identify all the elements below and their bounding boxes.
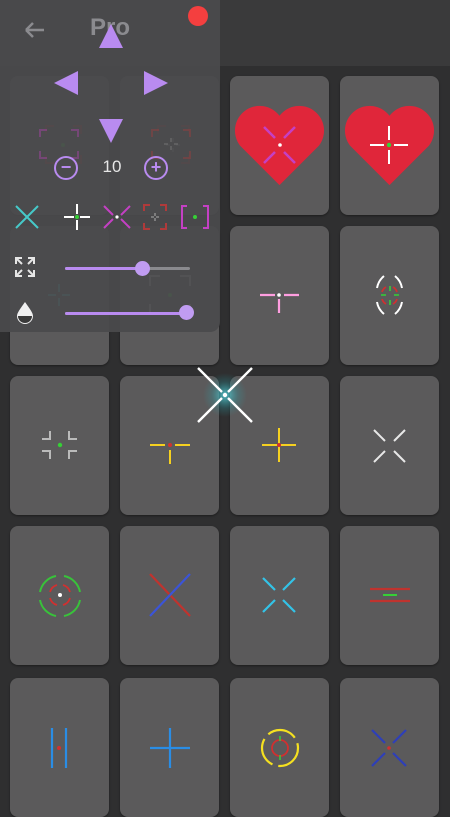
crosshair-12-icon	[373, 429, 406, 463]
crosshair-card-7[interactable]	[230, 226, 329, 365]
style-white-plus-icon[interactable]	[60, 200, 94, 234]
crosshair-9-icon	[42, 431, 77, 459]
crosshair-8-icon	[376, 275, 403, 315]
crosshair-card-17[interactable]	[10, 678, 109, 817]
crosshair-7-icon	[260, 293, 299, 313]
crosshair-card-20[interactable]	[340, 678, 439, 817]
crosshair-card-18[interactable]	[120, 678, 219, 817]
preview-ghost-icon	[39, 129, 79, 159]
move-down-arrow-icon[interactable]	[97, 117, 125, 145]
crosshair-control-panel: Pro − 10 +	[0, 0, 220, 332]
arrow-left-icon[interactable]	[18, 14, 50, 46]
crosshair-14-icon	[149, 573, 191, 617]
crosshair-card-3[interactable]	[230, 76, 329, 215]
crosshair-card-16[interactable]	[340, 526, 439, 665]
increase-size-button[interactable]: +	[144, 156, 168, 180]
crosshair-card-19[interactable]	[230, 678, 329, 817]
crosshair-17-icon	[50, 728, 68, 768]
crosshair-13-icon	[39, 575, 81, 617]
crosshair-card-15[interactable]	[230, 526, 329, 665]
style-red-brackets-icon[interactable]	[140, 200, 170, 234]
crosshair-card-13[interactable]	[10, 526, 109, 665]
crosshair-card-9[interactable]	[10, 376, 109, 515]
move-up-arrow-icon[interactable]	[97, 22, 125, 50]
opacity-drop-icon	[17, 302, 33, 324]
crosshair-3-icon	[263, 126, 296, 164]
decrease-size-button[interactable]: −	[54, 156, 78, 180]
scale-slider-fill	[65, 267, 143, 270]
crosshair-card-4[interactable]	[340, 76, 439, 215]
crosshair-card-12[interactable]	[340, 376, 439, 515]
style-magenta-x-icon[interactable]	[100, 200, 134, 234]
expand-icon	[15, 257, 35, 277]
style-purple-brackets-icon[interactable]	[178, 200, 212, 234]
crosshair-15-icon	[262, 577, 296, 613]
style-teal-x-icon[interactable]	[12, 200, 42, 234]
active-crosshair-overlay-icon	[197, 367, 253, 423]
size-value: 10	[102, 157, 122, 176]
crosshair-card-14[interactable]	[120, 526, 219, 665]
opacity-slider-thumb[interactable]	[178, 305, 194, 320]
scale-slider-thumb[interactable]	[135, 261, 150, 276]
crosshair-4-icon	[370, 126, 408, 164]
move-right-arrow-icon[interactable]	[142, 69, 170, 97]
crosshair-19-icon	[260, 728, 300, 768]
crosshair-card-8[interactable]	[340, 226, 439, 365]
crosshair-16-icon	[370, 587, 410, 603]
close-dot[interactable]	[188, 6, 208, 26]
crosshair-18-icon	[150, 728, 190, 768]
opacity-slider-fill	[65, 312, 187, 315]
crosshair-20-icon	[371, 729, 407, 767]
move-left-arrow-icon[interactable]	[52, 69, 80, 97]
